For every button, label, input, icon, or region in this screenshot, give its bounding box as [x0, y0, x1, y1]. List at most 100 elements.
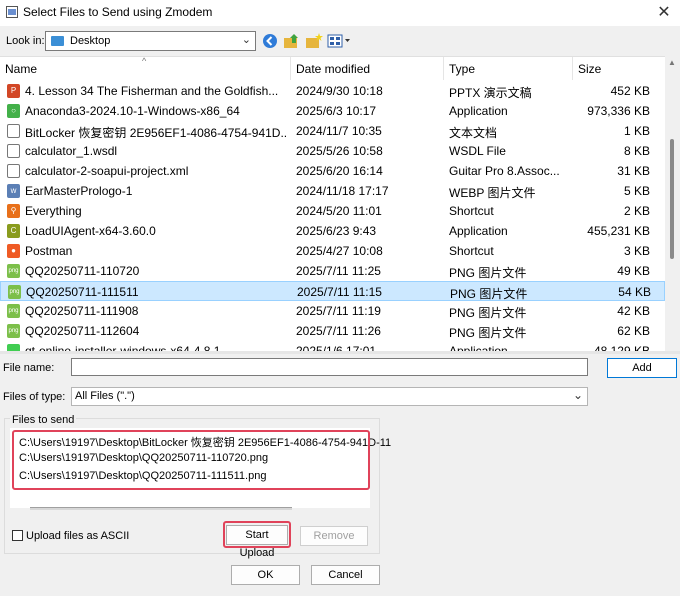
file-row[interactable]: P 4. Lesson 34 The Fisherman and the Gold…	[0, 81, 665, 101]
file-name: qt-online-installer-windows-x64-4.8.1	[25, 344, 221, 351]
file-date: 2025/7/11 11:26	[296, 324, 381, 338]
file-size: 8 KB	[623, 144, 650, 158]
file-row[interactable]: png QQ20250711-112604 2025/7/11 11:26 PNG 图…	[0, 321, 665, 341]
file-size: 455,231 KB	[587, 224, 650, 238]
file-type-dropdown[interactable]: All Files (".") ⌄	[71, 387, 588, 406]
file-name-input[interactable]	[71, 358, 588, 376]
file-row[interactable]: BitLocker 恢复密钥 2E956EF1-4086-4754-941D..…	[0, 121, 665, 141]
file-name: Anaconda3-2024.10-1-Windows-x86_64	[25, 104, 240, 118]
file-name: QQ20250711-112604	[25, 324, 140, 338]
file-row[interactable]: ● Postman 2025/4/27 10:08 Shortcut 3 KB	[0, 241, 665, 261]
file-name: EarMasterPrologo-1	[25, 184, 133, 198]
file-type: Application	[449, 344, 508, 351]
scrollbar-thumb[interactable]	[670, 139, 674, 259]
file-name: QQ20250711-111908	[25, 304, 139, 318]
file-row[interactable]: qt-online-installer-windows-x64-4.8.1 202…	[0, 341, 665, 351]
file-name: 4. Lesson 34 The Fisherman and the Goldf…	[25, 84, 279, 98]
text-file-icon	[7, 124, 20, 138]
view-menu-icon[interactable]	[327, 32, 353, 50]
png-image-icon: png	[7, 264, 20, 278]
file-type: PNG 图片文件	[450, 287, 528, 301]
file-name: calculator-2-soapui-project.xml	[25, 164, 189, 178]
close-button[interactable]: ✕	[650, 2, 678, 24]
file-size: 2 KB	[623, 204, 650, 218]
file-size: 1 KB	[623, 124, 650, 138]
back-icon[interactable]	[261, 32, 279, 50]
file-type: PNG 图片文件	[449, 306, 527, 320]
file-date: 2025/6/3 10:17	[296, 104, 377, 118]
new-folder-icon[interactable]	[305, 32, 323, 50]
file-type: Shortcut	[449, 204, 494, 218]
file-size: 48,129 KB	[593, 344, 650, 351]
file-type: PNG 图片文件	[449, 326, 527, 340]
column-name-label: Name	[5, 62, 38, 76]
column-header-size[interactable]: Size	[573, 57, 665, 80]
ok-button[interactable]: OK	[231, 565, 300, 585]
chevron-down-icon: ⌄	[241, 34, 251, 46]
up-folder-icon[interactable]	[283, 32, 301, 50]
remove-button[interactable]: Remove	[300, 526, 368, 546]
file-type: WEBP 图片文件	[449, 186, 536, 200]
column-header-type[interactable]: Type	[444, 57, 573, 80]
file-row[interactable]: png QQ20250711-111908 2025/7/11 11:19 PNG 图…	[0, 301, 665, 321]
png-image-icon: png	[7, 324, 20, 338]
file-row[interactable]: ⚲ Everything 2024/5/20 11:01 Shortcut 2 KB	[0, 201, 665, 221]
look-in-dropdown[interactable]: Desktop ⌄	[45, 31, 256, 51]
file-row[interactable]: ○ Anaconda3-2024.10-1-Windows-x86_64 2025/…	[0, 101, 665, 121]
file-date: 2025/4/27 10:08	[296, 244, 383, 258]
file-size: 452 KB	[610, 84, 650, 98]
file-row[interactable]: png QQ20250711-111511 2025/7/11 11:15 PNG 图…	[0, 281, 665, 301]
generic-file-icon	[7, 164, 20, 178]
cancel-button[interactable]: Cancel	[311, 565, 380, 585]
start-upload-button[interactable]: Start Upload	[226, 525, 288, 559]
file-size: 49 KB	[617, 264, 650, 278]
file-date: 2025/1/6 17:01	[296, 344, 377, 351]
column-header-date[interactable]: Date modified	[291, 57, 444, 80]
file-name: Postman	[25, 244, 73, 258]
png-image-icon: png	[7, 304, 20, 318]
desktop-folder-icon	[51, 36, 64, 46]
anaconda-icon: ○	[7, 104, 20, 118]
file-size: 973,336 KB	[587, 104, 650, 118]
file-name: Everything	[25, 204, 82, 218]
file-row[interactable]: calculator-2-soapui-project.xml 2025/6/20…	[0, 161, 665, 181]
file-date: 2024/9/30 10:18	[296, 84, 383, 98]
everything-icon: ⚲	[7, 204, 20, 218]
file-list-scrollbar[interactable]: ▲	[665, 56, 680, 351]
upload-ascii-checkbox[interactable]	[12, 530, 23, 541]
file-date: 2025/6/23 9:43	[296, 224, 377, 238]
file-date: 2025/6/20 16:14	[296, 164, 383, 178]
file-row[interactable]: C LoadUIAgent-x64-3.60.0 2025/6/23 9:43 App…	[0, 221, 665, 241]
file-name: calculator_1.wsdl	[25, 144, 118, 158]
file-name: BitLocker 恢复密钥 2E956EF1-4086-4754-941D..…	[25, 126, 287, 140]
window-title: Select Files to Send using Zmodem	[23, 5, 213, 19]
add-button[interactable]: Add	[607, 358, 677, 378]
pptx-icon: P	[7, 84, 20, 98]
sort-ascending-icon: ^	[142, 56, 147, 66]
file-date: 2025/7/11 11:19	[296, 304, 381, 318]
file-size: 31 KB	[617, 164, 650, 178]
file-type-label: Files of type:	[3, 391, 66, 403]
file-type: Shortcut	[449, 244, 494, 258]
file-size: 62 KB	[617, 324, 650, 338]
file-row[interactable]: w EarMasterPrologo-1 2024/11/18 17:17 WEBP …	[0, 181, 665, 201]
splitter[interactable]	[0, 351, 680, 354]
file-name: QQ20250711-110720	[25, 264, 140, 278]
file-type: PNG 图片文件	[449, 266, 527, 280]
file-type: WSDL File	[449, 144, 506, 158]
png-image-icon: png	[8, 285, 21, 299]
look-in-label: Look in:	[6, 35, 45, 47]
file-type: Application	[449, 224, 508, 238]
column-header-name[interactable]: ^ Name	[0, 57, 291, 80]
file-size: 42 KB	[617, 304, 650, 318]
zmodem-app-icon	[6, 6, 18, 18]
file-row[interactable]: calculator_1.wsdl 2025/5/26 10:58 WSDL Fil…	[0, 141, 665, 161]
file-date: 2025/7/11 11:15	[297, 285, 382, 299]
file-type: Guitar Pro 8.Assoc...	[449, 164, 560, 178]
postman-icon: ●	[7, 244, 20, 258]
file-date: 2024/11/7 10:35	[296, 124, 382, 138]
file-list[interactable]: ^ Name Date modified Type Size P 4. Lesso…	[0, 56, 665, 351]
file-row[interactable]: png QQ20250711-110720 2025/7/11 11:25 PNG 图…	[0, 261, 665, 281]
file-type: Application	[449, 104, 508, 118]
qt-installer-icon	[7, 344, 20, 351]
